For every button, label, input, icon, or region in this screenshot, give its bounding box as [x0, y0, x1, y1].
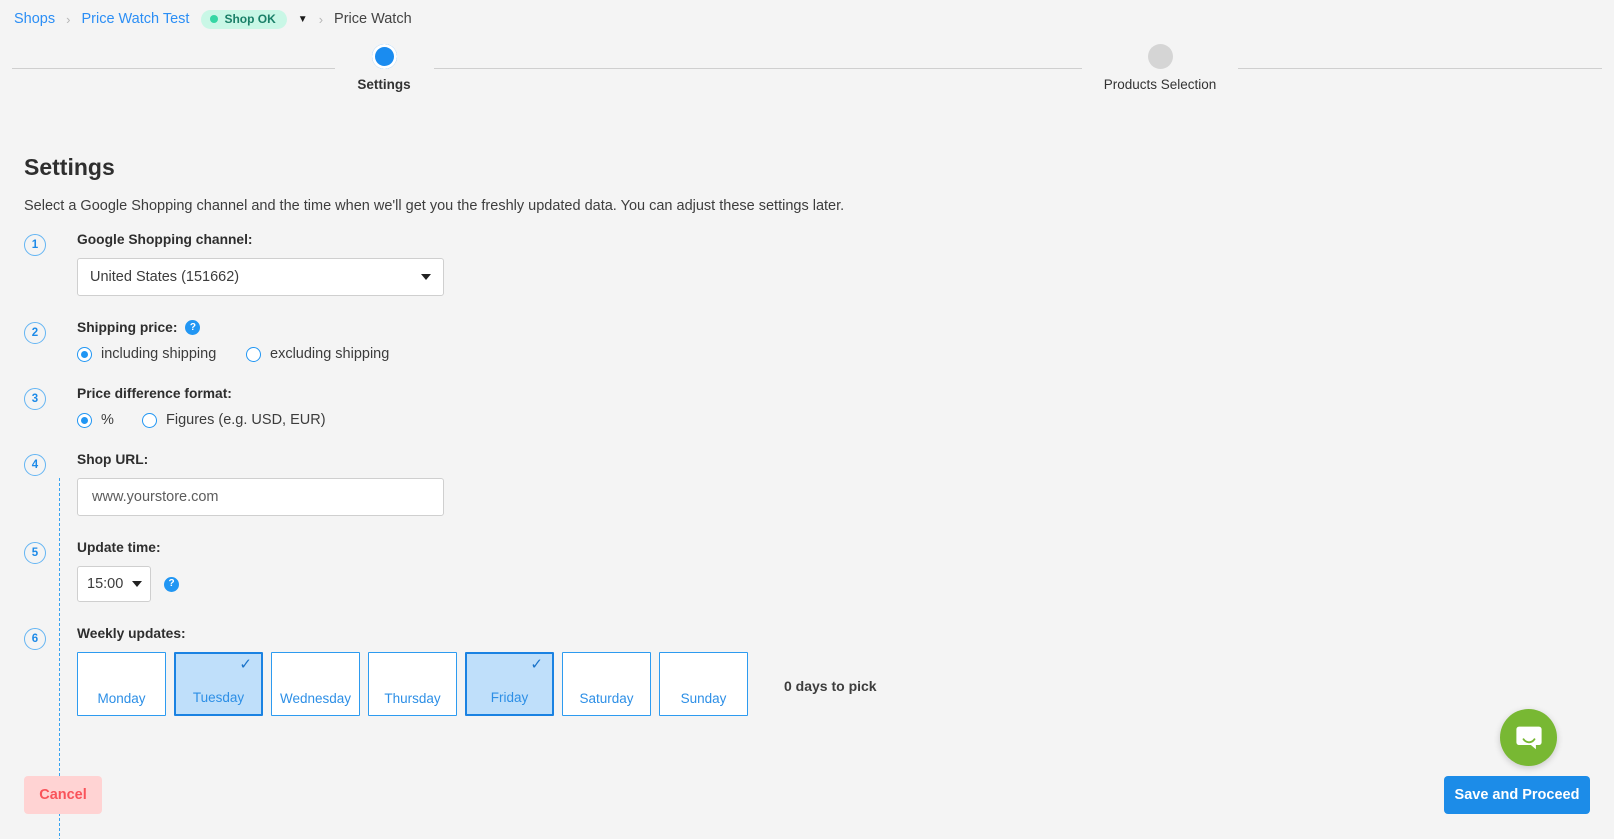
day-button-tuesday[interactable]: ✓ Tuesday [174, 652, 263, 716]
chevron-down-icon [421, 274, 431, 280]
weekly-updates-day-picker: Monday ✓ Tuesday Wednesday Thursday ✓ Fr… [77, 652, 1614, 716]
day-button-friday[interactable]: ✓ Friday [465, 652, 554, 716]
check-icon: ✓ [239, 656, 252, 673]
page-title: Settings [24, 154, 115, 180]
google-shopping-channel-value: United States (151662) [90, 269, 240, 285]
days-to-pick-note: 0 days to pick [784, 678, 877, 694]
day-label-saturday: Saturday [579, 691, 634, 706]
radio-figures[interactable]: Figures (e.g. USD, EUR) [142, 412, 326, 428]
step-number-5: 5 [24, 542, 46, 564]
status-badge-label: Shop OK [224, 11, 276, 26]
day-label-sunday: Sunday [680, 691, 727, 706]
shop-url-input[interactable] [90, 488, 431, 506]
chevron-down-icon [132, 581, 143, 587]
radio-mark-icon [77, 412, 92, 428]
settings-steps-list: 1 Google Shopping channel: United States… [24, 232, 1614, 839]
stepper-rail-right [1238, 68, 1602, 69]
step-number-1: 1 [24, 234, 46, 256]
breadcrumb-current: Price Watch [334, 11, 412, 27]
label-update-time: Update time: [77, 540, 161, 555]
shop-url-field-wrapper[interactable] [77, 478, 444, 516]
step-number-2: 2 [24, 322, 46, 344]
label-weekly-updates: Weekly updates: [77, 626, 186, 641]
google-shopping-channel-select[interactable]: United States (151662) [77, 258, 444, 296]
breadcrumb-link-shops[interactable]: Shops [14, 11, 55, 27]
day-button-sunday[interactable]: Sunday [659, 652, 748, 716]
day-label-friday: Friday [490, 690, 529, 705]
stepper-step-products-selection[interactable]: Products Selection [1070, 44, 1250, 92]
check-icon: ✓ [530, 656, 543, 673]
breadcrumb-separator-icon: › [66, 11, 71, 27]
stepper-label-products-selection: Products Selection [1103, 77, 1217, 92]
step-number-3: 3 [24, 388, 46, 410]
stepper-step-settings[interactable]: Settings [294, 44, 474, 92]
status-dot-icon [210, 14, 219, 23]
stepper-rail-left [12, 68, 335, 69]
help-icon-update-time[interactable]: ? [164, 576, 179, 592]
shipping-price-radio-group: including shipping excluding shipping [77, 346, 1614, 362]
field-shipping-price: 2 Shipping price: ? including shipping e… [24, 320, 1614, 362]
label-shop-url: Shop URL: [77, 452, 149, 467]
radio-mark-icon [142, 412, 157, 428]
update-time-row: 15:00 ? [77, 566, 1614, 602]
radio-figures-label: Figures (e.g. USD, EUR) [166, 412, 326, 428]
day-label-thursday: Thursday [384, 691, 441, 706]
label-google-shopping-channel: Google Shopping channel: [77, 232, 253, 247]
chat-launcher-button[interactable] [1500, 709, 1557, 766]
radio-percent[interactable]: % [77, 412, 142, 428]
settings-content: Settings Select a Google Shopping channe… [0, 106, 1614, 839]
breadcrumb-separator-icon-2: › [318, 11, 324, 27]
field-weekly-updates: 6 Weekly updates: Monday ✓ Tuesday Wedne… [24, 626, 1614, 716]
radio-percent-label: % [101, 412, 114, 428]
radio-excluding-shipping[interactable]: excluding shipping [246, 346, 389, 362]
stepper-label-settings: Settings [357, 77, 411, 92]
radio-including-shipping-label: including shipping [101, 346, 217, 362]
radio-including-shipping[interactable]: including shipping [77, 346, 246, 362]
step-number-4: 4 [24, 454, 46, 476]
chat-bubble-icon [1515, 726, 1542, 749]
label-shipping-price-text: Shipping price: [77, 320, 178, 335]
label-shipping-price: Shipping price: ? [77, 320, 1614, 335]
price-format-radio-group: % Figures (e.g. USD, EUR) [77, 412, 1614, 428]
wizard-stepper: Settings Products Selection [0, 38, 1614, 106]
field-update-time: 5 Update time: 15:00 ? [24, 540, 1614, 602]
day-button-wednesday[interactable]: Wednesday [271, 652, 360, 716]
form-footer: Cancel Save and Proceed [0, 776, 1614, 814]
stepper-dot-active-icon [371, 44, 397, 69]
radio-excluding-shipping-label: excluding shipping [270, 346, 390, 362]
breadcrumb-link-shop-name[interactable]: Price Watch Test [81, 11, 189, 27]
radio-mark-icon [246, 346, 261, 362]
help-icon-shipping[interactable]: ? [185, 320, 201, 335]
day-button-monday[interactable]: Monday [77, 652, 166, 716]
stepper-rail-middle [434, 68, 1082, 69]
update-time-select[interactable]: 15:00 [77, 566, 151, 602]
field-price-difference-format: 3 Price difference format: % Figures (e.… [24, 386, 1614, 428]
stepper-dot-inactive-icon [1147, 44, 1173, 69]
breadcrumb: Shops › Price Watch Test Shop OK ▼ › Pri… [0, 0, 1614, 30]
cancel-button[interactable]: Cancel [24, 776, 102, 814]
step-number-6: 6 [24, 628, 46, 650]
field-shop-url: 4 Shop URL: [24, 452, 1614, 516]
day-label-monday: Monday [97, 691, 146, 706]
field-google-shopping-channel: 1 Google Shopping channel: United States… [24, 232, 1614, 296]
label-price-difference-format: Price difference format: [77, 386, 232, 401]
save-and-proceed-button[interactable]: Save and Proceed [1444, 776, 1590, 814]
update-time-value: 15:00 [87, 576, 124, 592]
day-label-wednesday: Wednesday [279, 691, 352, 706]
day-button-thursday[interactable]: Thursday [368, 652, 457, 716]
page-description: Select a Google Shopping channel and the… [24, 198, 845, 214]
day-button-saturday[interactable]: Saturday [562, 652, 651, 716]
radio-mark-icon [77, 346, 92, 362]
status-badge: Shop OK [201, 9, 287, 29]
day-label-tuesday: Tuesday [192, 690, 245, 705]
chevron-down-icon[interactable]: ▼ [298, 14, 308, 25]
